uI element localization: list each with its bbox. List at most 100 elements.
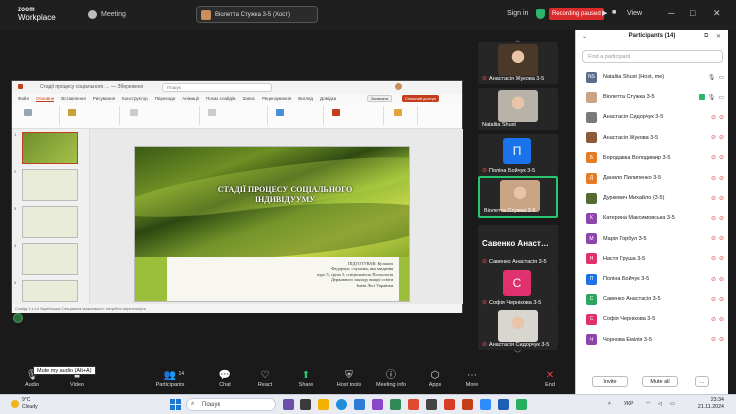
video-tile[interactable]: Савенко Анаст… ⊘ Савенко Анастасія 3-5 <box>478 225 558 267</box>
edge-icon[interactable] <box>336 399 347 410</box>
meeting-info-button[interactable]: ⓘ Meeting info <box>371 369 411 393</box>
ppt-menu-item[interactable]: Вигляд <box>298 96 313 101</box>
pinned-speaker-chip[interactable]: Віолетта Стужка 3-5 (Хост) <box>196 6 318 23</box>
participant-row[interactable]: Віолетта Стужка 3-5 🎙 ▭ <box>586 88 724 106</box>
video-tile[interactable]: С ⊘ Софія Чернікова 3-5 <box>478 266 558 308</box>
camera-off-icon[interactable]: ⊘ <box>719 255 724 262</box>
view-menu[interactable]: View <box>627 10 642 17</box>
maximize-icon[interactable]: □ <box>690 8 695 18</box>
pop-out-icon[interactable]: ⧉ <box>704 33 708 40</box>
store-icon[interactable] <box>390 399 401 410</box>
designer-icon[interactable] <box>394 109 402 116</box>
ppt-menu-item[interactable]: Довідка <box>320 96 336 101</box>
battery-icon[interactable]: ▭ <box>670 401 675 407</box>
mute-all-button[interactable]: Mute all <box>642 376 678 387</box>
chevron-up-icon[interactable]: ˄ <box>608 401 611 407</box>
mic-muted-icon[interactable]: ⊘ <box>711 276 716 283</box>
ppt-menu-item[interactable]: Анімації <box>182 96 199 101</box>
video-tile[interactable]: П ⊘ Поліна Бойчук 3-5 <box>478 134 558 176</box>
teams-icon[interactable] <box>372 399 383 410</box>
camera-icon[interactable]: ▭ <box>718 94 724 101</box>
camera-icon[interactable]: ▭ <box>718 74 724 81</box>
ppt-menu-item[interactable]: Конструктор <box>122 96 148 101</box>
close-icon[interactable]: ✕ <box>713 8 721 19</box>
slide-thumb[interactable] <box>22 243 78 275</box>
mic-muted-icon[interactable]: ⊘ <box>711 215 716 222</box>
ppt-record-button[interactable]: Записати <box>367 95 393 102</box>
participant-row[interactable]: Ч Чорнова Емілія 3-5 ⊘ ⊘ <box>586 331 724 349</box>
camera-off-icon[interactable]: ⊘ <box>719 134 724 141</box>
camera-off-icon[interactable]: ⊘ <box>719 336 724 343</box>
participant-row[interactable]: М Марія Горбул 3-5 ⊘ ⊘ <box>586 230 724 248</box>
ppt-share-button[interactable]: Спільний доступ <box>402 95 439 102</box>
participant-row[interactable]: Б Бородавка Володимир 3-5 ⊘ ⊘ <box>586 149 724 167</box>
participants-button[interactable]: 👥 Participants 14 <box>150 369 190 393</box>
mic-muted-icon[interactable]: ⊘ <box>711 134 716 141</box>
language-indicator[interactable]: УКР <box>624 401 633 407</box>
participant-row[interactable]: NS Nataliia Shust (Host, me) 🎙 ▭ <box>586 68 724 86</box>
shield-icon[interactable] <box>536 9 545 19</box>
app-icon[interactable] <box>516 399 527 410</box>
ppt-user-avatar[interactable] <box>395 83 402 90</box>
camera-off-icon[interactable]: ⊘ <box>719 235 724 242</box>
taskbar-clock[interactable]: 23:34 21.11.2024 <box>684 397 724 411</box>
minimize-icon[interactable]: ─ <box>668 8 674 18</box>
weather-icon[interactable] <box>11 400 19 408</box>
mic-muted-icon[interactable]: ⊘ <box>711 255 716 262</box>
ppt-menu-item[interactable]: Вставлення <box>61 96 86 101</box>
mic-muted-icon[interactable]: ⊘ <box>711 154 716 161</box>
editing-icon[interactable] <box>332 109 340 116</box>
paste-icon[interactable] <box>24 109 32 116</box>
word-icon[interactable] <box>498 399 509 410</box>
participant-row[interactable]: Анастасія Жукова 3-5 ⊘ ⊘ <box>586 129 724 147</box>
chat-button[interactable]: 💬 Chat <box>205 369 245 393</box>
invite-button[interactable]: Invite <box>592 376 628 387</box>
ppt-search-box[interactable]: Пошук <box>162 83 272 92</box>
mic-muted-icon[interactable]: ⊘ <box>711 235 716 242</box>
participant-row[interactable]: С Савенко Анастасія 3-5 ⊘ ⊘ <box>586 290 724 308</box>
mail-icon[interactable] <box>354 399 365 410</box>
chevron-down-icon[interactable]: ﹀ <box>514 349 521 359</box>
participant-row[interactable]: П Поліна Бойчук 3-5 ⊘ ⊘ <box>586 270 724 288</box>
ppt-menu-item[interactable]: Рисування <box>93 96 115 101</box>
mic-muted-icon[interactable]: ⊘ <box>711 114 716 121</box>
annotate-icon[interactable] <box>13 313 23 323</box>
ppt-menu-item[interactable]: Основне <box>36 96 55 102</box>
participant-row[interactable]: Н Настя Груша 3-5 ⊘ ⊘ <box>586 250 724 268</box>
volume-icon[interactable]: ◁ <box>658 401 662 407</box>
mic-muted-icon[interactable]: ⊘ <box>711 296 716 303</box>
participant-row[interactable]: Дуркевич Михайло (3-5) ⊘ ⊘ <box>586 189 724 207</box>
weather-widget[interactable]: 9°C Cloudy <box>22 397 38 411</box>
close-panel-icon[interactable]: ✕ <box>716 33 721 40</box>
mic-muted-icon[interactable]: ⊘ <box>711 175 716 182</box>
participant-row[interactable]: С Софія Чернікова 3-5 ⊘ ⊘ <box>586 310 724 328</box>
more-button[interactable]: ⋯ More <box>452 369 492 393</box>
file-explorer-icon[interactable] <box>318 399 329 410</box>
camera-off-icon[interactable]: ⊘ <box>719 175 724 182</box>
taskbar-search[interactable]: ⌕ Пошук <box>186 398 276 411</box>
shapes-icon[interactable] <box>276 109 284 116</box>
wifi-icon[interactable]: ◠ <box>646 401 650 407</box>
new-slide-icon[interactable] <box>68 109 76 116</box>
ppt-menu-item[interactable]: Файл <box>18 96 29 101</box>
ppt-menu-item[interactable]: Рецензування <box>262 96 291 101</box>
slide-thumb[interactable] <box>22 280 78 302</box>
slide-thumb[interactable] <box>22 169 78 201</box>
react-button[interactable]: ♡ React <box>245 369 285 393</box>
windows-start-icon[interactable] <box>170 399 181 410</box>
powerpoint-icon[interactable] <box>462 399 473 410</box>
participant-row[interactable]: Д Данило Пилипенко 3-5 ⊘ ⊘ <box>586 169 724 187</box>
camera-off-icon[interactable]: ⊘ <box>719 154 724 161</box>
more-options-button[interactable]: … <box>695 376 709 387</box>
ppt-menu-item[interactable]: Переходи <box>155 96 175 101</box>
video-tile[interactable]: Nataliia Shust <box>478 88 558 130</box>
slide-thumb[interactable] <box>22 132 78 164</box>
office-icon[interactable] <box>408 399 419 410</box>
camera-off-icon[interactable]: ⊘ <box>719 296 724 303</box>
camera-off-icon[interactable]: ⊘ <box>719 276 724 283</box>
slide-thumb[interactable] <box>22 206 78 238</box>
end-button[interactable]: ✕ End <box>530 369 570 393</box>
ppt-menu-item[interactable]: Показ слайдів <box>206 96 235 101</box>
camera-off-icon[interactable]: ⊘ <box>719 195 724 202</box>
meeting-label[interactable]: Meeting <box>88 10 126 19</box>
